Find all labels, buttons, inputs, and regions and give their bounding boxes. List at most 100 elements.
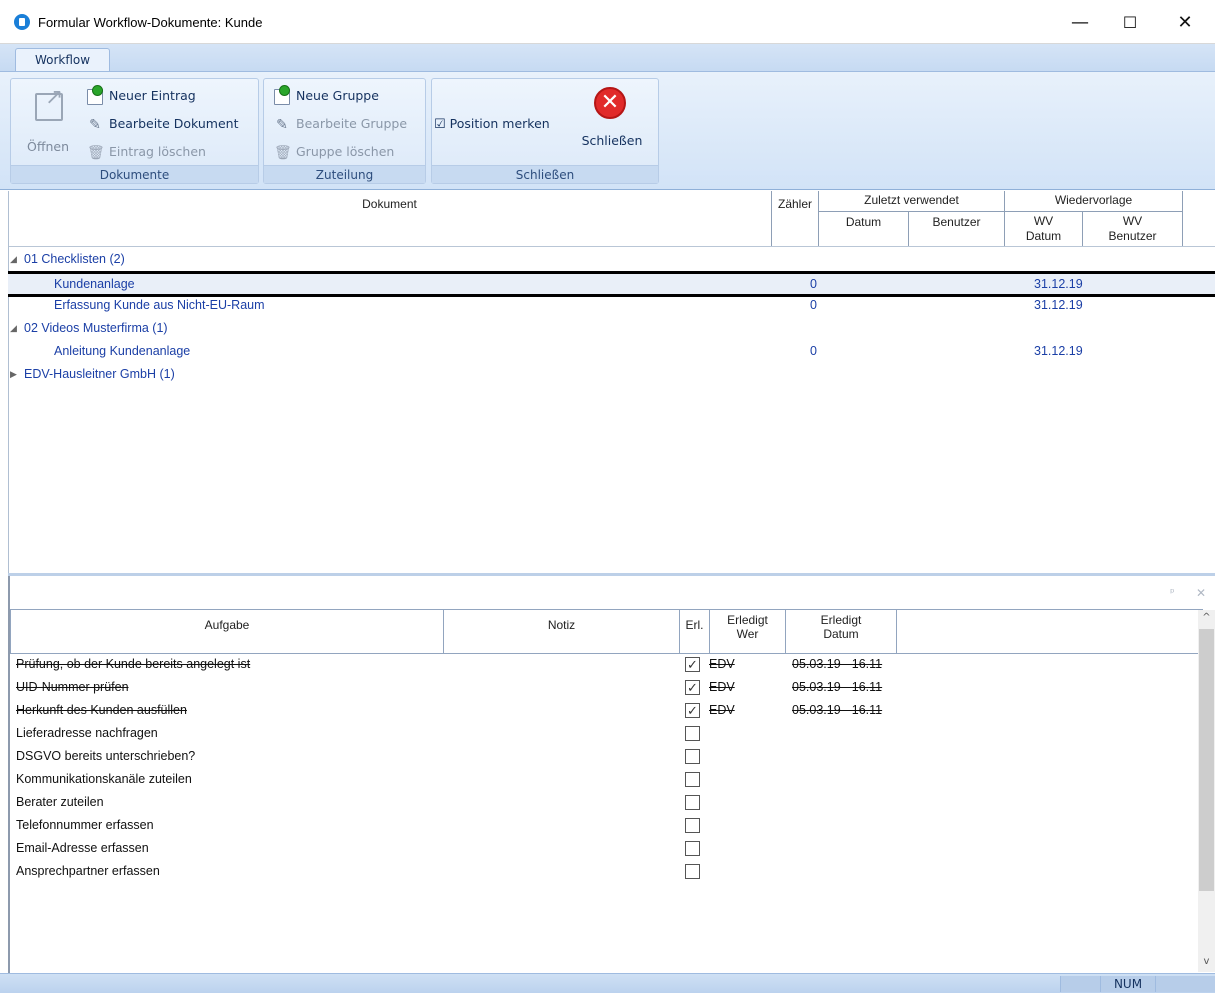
- count-value: 0: [810, 277, 817, 291]
- position-merken-checkbox[interactable]: ☑ Position merken: [434, 115, 550, 133]
- wv-date-value: 31.12.19: [1034, 277, 1083, 291]
- open-label: Öffnen: [27, 139, 69, 154]
- edit-document-button[interactable]: ✎ Bearbeite Dokument: [87, 115, 238, 133]
- task-label: UID-Nummer prüfen: [16, 680, 129, 694]
- header-wiedervorlage[interactable]: Wiedervorlage: [1005, 191, 1183, 211]
- task-row[interactable]: Ansprechpartner erfassen: [12, 860, 1197, 883]
- header-zaehler[interactable]: Zähler: [772, 191, 819, 246]
- count-value: 0: [810, 344, 817, 358]
- new-entry-icon: [87, 84, 103, 105]
- position-merken-label: Position merken: [449, 116, 550, 131]
- count-value: 0: [810, 298, 817, 312]
- open-icon: [35, 85, 63, 121]
- wv-datum-line1: WV: [1033, 214, 1054, 228]
- task-label: Kommunikationskanäle zuteilen: [16, 772, 192, 786]
- tree-group-row[interactable]: ◢ 01 Checklisten (2): [8, 248, 1215, 270]
- tree-group-row[interactable]: ▶ EDV-Hausleitner GmbH (1): [8, 363, 1215, 385]
- task-row[interactable]: Email-Adresse erfassen: [12, 837, 1197, 860]
- task-row[interactable]: DSGVO bereits unterschrieben?: [12, 745, 1197, 768]
- header-benutzer[interactable]: Benutzer: [909, 211, 1005, 246]
- scroll-up-arrow-icon[interactable]: ^: [1198, 612, 1215, 628]
- header-erl[interactable]: Erl.: [680, 610, 710, 653]
- task-row[interactable]: UID-Nummer prüfen ✓ EDV 05.03.19 - 16.11: [12, 676, 1197, 699]
- status-cell-empty: [1060, 976, 1100, 992]
- header-divider: [819, 211, 1183, 212]
- erledigt-wer-line2: Wer: [736, 627, 759, 641]
- header-wv-benutzer[interactable]: WV Benutzer: [1083, 211, 1183, 246]
- header-notiz[interactable]: Notiz: [444, 610, 680, 653]
- document-label: Kundenanlage: [54, 277, 135, 291]
- header-datum[interactable]: Datum: [819, 211, 909, 246]
- task-row[interactable]: Telefonnummer erfassen: [12, 814, 1197, 837]
- erledigt-datum-line1: Erledigt: [820, 613, 862, 627]
- expand-toggle-icon[interactable]: ▶: [10, 363, 17, 385]
- done-checkbox[interactable]: ✓: [685, 657, 700, 672]
- done-checkbox[interactable]: ✓: [685, 680, 700, 695]
- edit-doc-icon: ✎: [89, 116, 101, 133]
- collapse-toggle-icon[interactable]: ◢: [10, 248, 17, 270]
- ribbon-tab-bar: Workflow: [0, 44, 1215, 73]
- done-checkbox[interactable]: [685, 772, 700, 787]
- new-group-button[interactable]: Neue Gruppe: [274, 84, 379, 105]
- wv-datum-line2: Datum: [1025, 229, 1062, 243]
- edit-group-button[interactable]: ✎ Bearbeite Gruppe: [274, 115, 407, 133]
- task-label: Lieferadresse nachfragen: [16, 726, 158, 740]
- done-checkbox[interactable]: [685, 795, 700, 810]
- task-label: Telefonnummer erfassen: [16, 818, 154, 832]
- task-label: Prüfung, ob der Kunde bereits angelegt i…: [16, 657, 251, 671]
- task-row[interactable]: Berater zuteilen: [12, 791, 1197, 814]
- tree-item-row[interactable]: Anleitung Kundenanlage 0 31.12.19: [8, 340, 1215, 362]
- done-checkbox[interactable]: [685, 864, 700, 879]
- open-button[interactable]: Öffnen: [19, 85, 77, 169]
- done-checkbox[interactable]: ✓: [685, 703, 700, 718]
- pane-splitter[interactable]: [8, 573, 1215, 576]
- new-entry-label: Neuer Eintrag: [109, 88, 196, 103]
- done-by: EDV: [709, 657, 735, 671]
- header-wv-datum[interactable]: WV Datum: [1005, 211, 1083, 246]
- scroll-down-arrow-icon[interactable]: v: [1198, 956, 1215, 972]
- task-row[interactable]: Herkunft des Kunden ausfüllen ✓ EDV 05.0…: [12, 699, 1197, 722]
- header-erledigt-datum[interactable]: Erledigt Datum: [786, 610, 897, 653]
- tree-group-row[interactable]: ◢ 02 Videos Musterfirma (1): [8, 317, 1215, 339]
- pin-icon[interactable]: ᵖ: [1170, 586, 1175, 599]
- task-row[interactable]: Prüfung, ob der Kunde bereits angelegt i…: [12, 653, 1197, 676]
- done-by: EDV: [709, 703, 735, 717]
- done-checkbox[interactable]: [685, 726, 700, 741]
- task-row[interactable]: Lieferadresse nachfragen: [12, 722, 1197, 745]
- header-aufgabe[interactable]: Aufgabe: [11, 610, 444, 653]
- edit-group-icon: ✎: [276, 116, 288, 133]
- task-label: Berater zuteilen: [16, 795, 104, 809]
- task-row[interactable]: Kommunikationskanäle zuteilen: [12, 768, 1197, 791]
- maximize-button[interactable]: ☐: [1105, 0, 1155, 44]
- ribbon: Öffnen Neuer Eintrag ✎ Bearbeite Dokument…: [0, 71, 1215, 190]
- document-label: Anleitung Kundenanlage: [54, 344, 191, 358]
- tree-item-row[interactable]: Erfassung Kunde aus Nicht-EU-Raum 0 31.1…: [8, 294, 1215, 316]
- done-date: 05.03.19 - 16.11: [792, 680, 883, 694]
- done-checkbox[interactable]: [685, 841, 700, 856]
- group-dokumente: Öffnen Neuer Eintrag ✎ Bearbeite Dokument…: [10, 78, 259, 184]
- wv-date-value: 31.12.19: [1034, 298, 1083, 312]
- delete-entry-button[interactable]: 🗑 Eintrag löschen: [87, 143, 206, 161]
- collapse-toggle-icon[interactable]: ◢: [10, 317, 17, 339]
- window-title: Formular Workflow-Dokumente: Kunde: [38, 15, 263, 30]
- new-entry-button[interactable]: Neuer Eintrag: [87, 84, 196, 105]
- done-checkbox[interactable]: [685, 818, 700, 833]
- group-schliessen: ☑ Position merken ✕ Schließen Schließen: [431, 78, 659, 184]
- done-checkbox[interactable]: [685, 749, 700, 764]
- scroll-thumb[interactable]: [1199, 629, 1214, 891]
- tab-workflow[interactable]: Workflow: [15, 48, 110, 73]
- trash-icon: 🗑: [87, 144, 105, 161]
- delete-entry-label: Eintrag löschen: [109, 144, 206, 159]
- header-dokument[interactable]: Dokument: [8, 191, 772, 246]
- close-circle-icon: ✕: [594, 87, 626, 119]
- delete-group-button[interactable]: 🗑 Gruppe löschen: [274, 143, 394, 161]
- close-icon[interactable]: ✕: [1196, 586, 1206, 600]
- header-erledigt-wer[interactable]: Erledigt Wer: [710, 610, 786, 653]
- close-window-button[interactable]: ✕: [1160, 0, 1210, 44]
- close-button[interactable]: ✕ Schließen: [572, 83, 652, 163]
- group-label-zuteilung: Zuteilung: [264, 165, 425, 183]
- minimize-button[interactable]: —: [1055, 0, 1105, 44]
- header-zuletzt-verwendet[interactable]: Zuletzt verwendet: [819, 191, 1005, 211]
- edit-doc-label: Bearbeite Dokument: [109, 116, 239, 131]
- title-bar: Formular Workflow-Dokumente: Kunde — ☐ ✕: [0, 0, 1215, 44]
